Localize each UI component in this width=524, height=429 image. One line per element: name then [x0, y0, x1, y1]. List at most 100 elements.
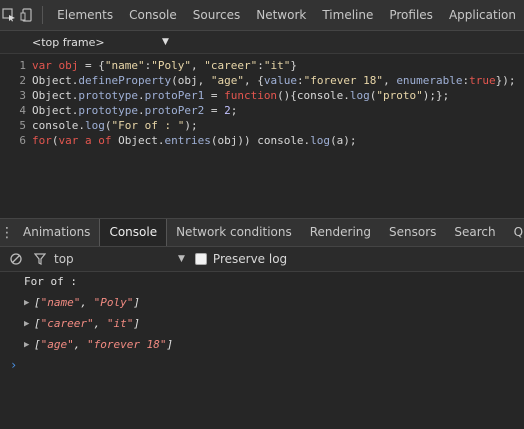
clear-console-icon[interactable] — [10, 253, 22, 265]
code-line[interactable]: 1 var obj = {"name":"Poly", "career":"it"… — [0, 58, 524, 73]
code-text: console.log("For of : "); — [32, 118, 198, 133]
tab-timeline[interactable]: Timeline — [314, 8, 381, 22]
code-token: }); — [495, 74, 516, 87]
code-token: (obj)) console. — [210, 134, 311, 147]
array-string-value: "forever 18" — [87, 338, 167, 351]
line-number: 3 — [19, 89, 26, 102]
code-token: obj — [58, 59, 79, 72]
drawer-tab-sensors[interactable]: Sensors — [380, 219, 445, 246]
line-number: 6 — [19, 134, 26, 147]
array-comma: , — [80, 296, 94, 309]
device-toolbar-icon[interactable] — [18, 0, 36, 30]
toolbar-separator — [42, 6, 44, 24]
code-token: Object. — [111, 134, 165, 147]
code-line[interactable]: 2 Object.defineProperty(obj, "age", {valu… — [0, 73, 524, 88]
expand-triangle-icon[interactable]: ▶ — [24, 319, 34, 329]
code-token: log — [310, 134, 331, 147]
array-comma: , — [73, 338, 87, 351]
code-editor[interactable]: 1 var obj = {"name":"Poly", "career":"it"… — [0, 54, 524, 220]
code-line[interactable]: 3 Object.prototype.protoPer1 = function()… — [0, 88, 524, 103]
array-string-value: "career" — [40, 317, 94, 330]
tab-elements[interactable]: Elements — [49, 8, 121, 22]
code-token: (obj, — [171, 74, 211, 87]
drawer-tab-animations[interactable]: Animations — [14, 219, 99, 246]
code-token: , — [383, 74, 397, 87]
drawer-tab-bar: ⋮ Animations Console Network conditions Ren… — [0, 219, 524, 247]
code-token: value — [263, 74, 297, 87]
code-text: Object.prototype.protoPer1 = function(){… — [32, 88, 449, 103]
devtools-toolbar: Elements Console Sources Network Timeline Pro… — [0, 0, 524, 31]
line-number: 4 — [19, 104, 26, 117]
line-number: 2 — [19, 74, 26, 87]
code-token: prototype — [78, 104, 138, 117]
code-token: "age" — [210, 74, 244, 87]
line-number: 1 — [19, 59, 26, 72]
drawer-tab-console[interactable]: Console — [99, 219, 168, 246]
drawer-tab-network-conditions[interactable]: Network conditions — [167, 219, 301, 246]
context-dropdown-arrow-icon[interactable]: ▼ — [178, 254, 185, 264]
tab-profiles[interactable]: Profiles — [381, 8, 441, 22]
expand-triangle-icon[interactable]: ▶ — [24, 340, 34, 350]
console-output: For of : ▶["name", "Poly"] ▶["career", "i… — [0, 272, 524, 429]
array-bracket: [ — [34, 338, 41, 351]
array-comma: , — [93, 317, 107, 330]
code-line[interactable]: 6 for(var a of Object.entries(obj)) conso… — [0, 133, 524, 148]
frame-selector[interactable]: <top frame> — [32, 36, 162, 49]
code-token: "Poly" — [151, 59, 191, 72]
code-text: Object.defineProperty(obj, "age", {value… — [32, 73, 516, 88]
code-token: "For of : " — [111, 119, 185, 132]
tab-network[interactable]: Network — [248, 8, 314, 22]
array-bracket: [ — [34, 317, 41, 330]
code-line[interactable]: 4 Object.prototype.protoPer2 = 2; — [0, 103, 524, 118]
filter-icon[interactable] — [34, 253, 46, 265]
drawer-tab-search[interactable]: Search — [445, 219, 504, 246]
code-token: enumerable — [396, 74, 463, 87]
code-token: (a); — [330, 134, 357, 147]
code-token: prototype — [78, 89, 138, 102]
code-token: ); — [184, 119, 198, 132]
expand-triangle-icon[interactable]: ▶ — [24, 298, 34, 308]
array-string-value: "Poly" — [93, 296, 134, 309]
code-token: );}; — [422, 89, 450, 102]
code-token: = { — [78, 59, 105, 72]
code-token: ; — [230, 104, 238, 117]
tab-console[interactable]: Console — [121, 8, 185, 22]
dropdown-arrow-icon[interactable]: ▼ — [162, 37, 169, 47]
code-token: (){console. — [277, 89, 350, 102]
array-string-value: "age" — [40, 338, 74, 351]
console-toolbar: top ▼ Preserve log — [0, 247, 524, 272]
code-token: = — [204, 89, 225, 102]
code-token: "it" — [263, 59, 291, 72]
drawer-tab-qu[interactable]: Qu — [505, 219, 524, 246]
console-array-entry[interactable]: ▶["age", "forever 18"] — [0, 334, 524, 355]
code-line[interactable]: 5 console.log("For of : "); — [0, 118, 524, 133]
code-token: "career" — [204, 59, 258, 72]
context-selector[interactable]: top — [54, 252, 178, 266]
code-token: for — [32, 134, 52, 147]
code-token: Object. — [32, 89, 79, 102]
console-log-line: For of : — [24, 275, 77, 288]
console-array-entry[interactable]: ▶["career", "it"] — [0, 313, 524, 334]
inspect-element-icon[interactable] — [0, 0, 18, 30]
code-token: of — [98, 134, 112, 147]
console-prompt[interactable]: › — [0, 355, 524, 375]
tab-application[interactable]: Application — [441, 8, 524, 22]
kebab-menu-icon[interactable]: ⋮ — [0, 225, 14, 241]
code-token: var — [32, 59, 52, 72]
code-token: true — [469, 74, 496, 87]
code-token: protoPer1 — [144, 89, 205, 102]
code-token: protoPer2 — [144, 104, 205, 117]
code-token: , { — [243, 74, 264, 87]
code-text: Object.prototype.protoPer2 = 2; — [32, 103, 237, 118]
code-token: entries — [164, 134, 211, 147]
drawer-tab-rendering[interactable]: Rendering — [301, 219, 380, 246]
frame-selector-row: <top frame> ▼ — [0, 31, 524, 54]
array-string-value: "it" — [106, 317, 134, 330]
preserve-log-checkbox[interactable] — [194, 253, 207, 265]
code-text: for(var a of Object.entries(obj)) consol… — [32, 133, 357, 148]
code-token: a — [85, 134, 92, 147]
tab-sources[interactable]: Sources — [185, 8, 248, 22]
code-token: Object. — [32, 74, 79, 87]
code-token: "forever 18" — [303, 74, 384, 87]
console-array-entry[interactable]: ▶["name", "Poly"] — [0, 292, 524, 313]
